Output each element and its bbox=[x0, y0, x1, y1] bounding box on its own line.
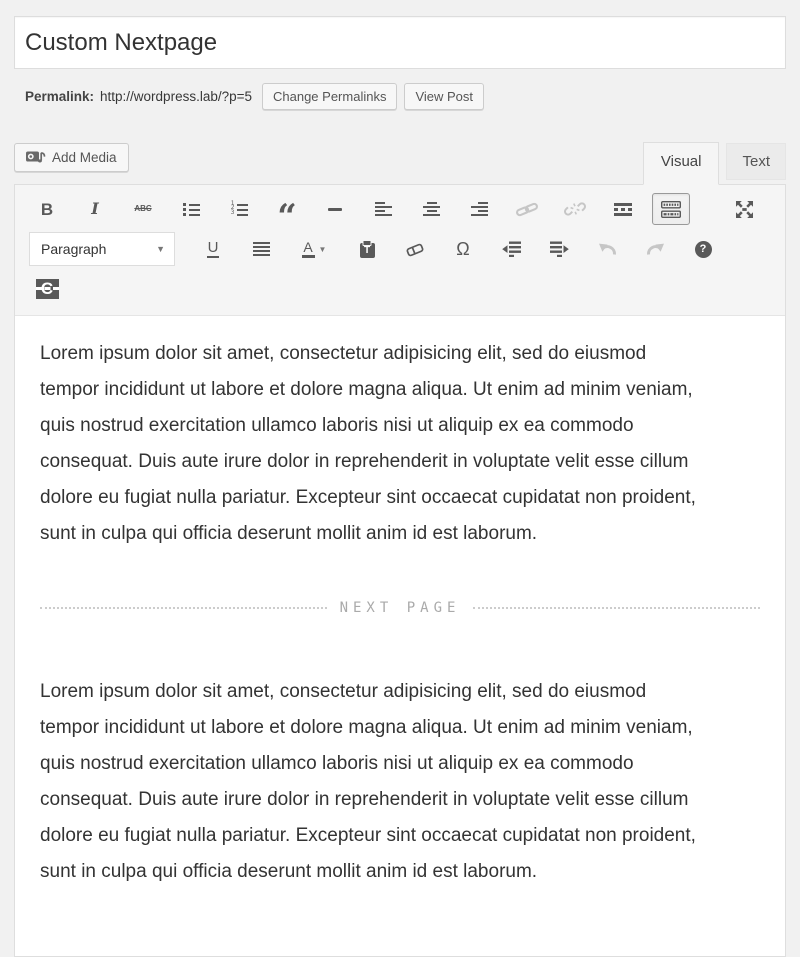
change-permalinks-button[interactable]: Change Permalinks bbox=[262, 83, 397, 110]
paste-as-text-button[interactable]: T bbox=[348, 233, 386, 265]
horizontal-rule-button[interactable] bbox=[316, 193, 354, 225]
editor-content-area[interactable]: Lorem ipsum dolor sit amet, consectetur … bbox=[15, 316, 785, 956]
editor-mode-tabs: Visual Text bbox=[636, 142, 786, 184]
insert-read-more-tag-button[interactable] bbox=[604, 193, 642, 225]
toolbar-row-1: B I ABC 123 “ bbox=[21, 189, 779, 228]
nextpage-label: NEXT PAGE bbox=[327, 600, 474, 616]
redo-button[interactable] bbox=[636, 233, 674, 265]
text-color-icon: A bbox=[302, 241, 315, 258]
camera-music-note-icon bbox=[26, 150, 46, 165]
view-post-button[interactable]: View Post bbox=[404, 83, 484, 110]
custom-nextpage-button[interactable]: C bbox=[28, 273, 66, 305]
eraser-icon bbox=[406, 242, 424, 257]
italic-icon: I bbox=[91, 201, 98, 217]
post-title-input[interactable] bbox=[14, 16, 786, 69]
increase-indent-button[interactable] bbox=[540, 233, 578, 265]
nextpage-rule-left bbox=[40, 607, 327, 609]
bulleted-list-icon bbox=[183, 203, 200, 216]
blockquote-button[interactable]: “ bbox=[268, 193, 306, 225]
chevron-down-icon: ▼ bbox=[319, 245, 327, 254]
permalink-label: Permalink: bbox=[25, 89, 94, 104]
clear-formatting-button[interactable] bbox=[396, 233, 434, 265]
remove-link-button[interactable] bbox=[556, 193, 594, 225]
read-more-tag-icon bbox=[614, 203, 632, 216]
add-media-button[interactable]: Add Media bbox=[14, 143, 129, 172]
blockquote-icon: “ bbox=[277, 214, 297, 220]
paragraph: Lorem ipsum dolor sit amet, consectetur … bbox=[40, 336, 705, 552]
link-icon bbox=[516, 203, 538, 216]
paste-as-text-icon: T bbox=[360, 243, 375, 258]
align-left-button[interactable] bbox=[364, 193, 402, 225]
nextpage-divider: NEXT PAGE bbox=[40, 600, 760, 616]
bold-button[interactable]: B bbox=[28, 193, 66, 225]
omega-icon: Ω bbox=[456, 240, 469, 258]
numbered-list-icon: 123 bbox=[230, 203, 248, 216]
tab-visual[interactable]: Visual bbox=[643, 142, 720, 185]
tab-text[interactable]: Text bbox=[726, 143, 786, 180]
toolbar-toggle-icon bbox=[661, 201, 681, 218]
align-left-icon bbox=[375, 202, 392, 216]
underline-icon: U bbox=[207, 241, 220, 258]
undo-button[interactable] bbox=[588, 233, 626, 265]
align-right-icon bbox=[471, 202, 488, 216]
wordpress-post-editor: Permalink: http://wordpress.lab/?p=5 Cha… bbox=[0, 0, 800, 957]
redo-icon bbox=[646, 242, 665, 256]
outdent-icon bbox=[502, 241, 521, 257]
underline-button[interactable]: U bbox=[194, 233, 232, 265]
help-button[interactable]: ? bbox=[684, 233, 722, 265]
help-icon: ? bbox=[695, 241, 712, 258]
horizontal-rule-icon bbox=[328, 208, 342, 211]
indent-icon bbox=[550, 241, 569, 257]
text-color-button[interactable]: A ▼ bbox=[290, 233, 338, 265]
distraction-free-writing-button[interactable] bbox=[725, 193, 763, 225]
align-center-button[interactable] bbox=[412, 193, 450, 225]
insert-link-button[interactable] bbox=[508, 193, 546, 225]
nextpage-rule-right bbox=[473, 607, 760, 609]
paragraph-format-value: Paragraph bbox=[41, 241, 106, 257]
add-media-label: Add Media bbox=[52, 150, 117, 165]
special-character-button[interactable]: Ω bbox=[444, 233, 482, 265]
fullscreen-expand-icon bbox=[735, 200, 754, 219]
strikethrough-button[interactable]: ABC bbox=[124, 193, 162, 225]
editor-top-bar: Add Media Visual Text bbox=[14, 142, 786, 184]
strikethrough-icon: ABC bbox=[134, 205, 151, 213]
align-right-button[interactable] bbox=[460, 193, 498, 225]
paragraph: Lorem ipsum dolor sit amet, consectetur … bbox=[40, 674, 705, 890]
justify-icon bbox=[253, 242, 270, 256]
toolbar-toggle-button[interactable] bbox=[652, 193, 690, 225]
bold-icon: B bbox=[41, 201, 53, 218]
bulleted-list-button[interactable] bbox=[172, 193, 210, 225]
toolbar-row-2: Paragraph ▼ U A ▼ bbox=[21, 228, 779, 269]
permalink-url: http://wordpress.lab/?p=5 bbox=[100, 89, 252, 104]
justify-button[interactable] bbox=[242, 233, 280, 265]
undo-icon bbox=[598, 242, 617, 256]
chevron-down-icon: ▼ bbox=[156, 244, 165, 254]
paragraph-format-select[interactable]: Paragraph ▼ bbox=[29, 232, 175, 266]
align-center-icon bbox=[423, 202, 440, 216]
unlink-icon bbox=[564, 202, 586, 216]
permalink-row: Permalink: http://wordpress.lab/?p=5 Cha… bbox=[25, 83, 786, 110]
italic-button[interactable]: I bbox=[76, 193, 114, 225]
editor: B I ABC 123 “ bbox=[14, 184, 786, 957]
numbered-list-button[interactable]: 123 bbox=[220, 193, 258, 225]
editor-toolbar: B I ABC 123 “ bbox=[15, 185, 785, 316]
nextpage-icon: C bbox=[36, 279, 59, 299]
decrease-indent-button[interactable] bbox=[492, 233, 530, 265]
toolbar-row-3: C bbox=[21, 269, 779, 308]
